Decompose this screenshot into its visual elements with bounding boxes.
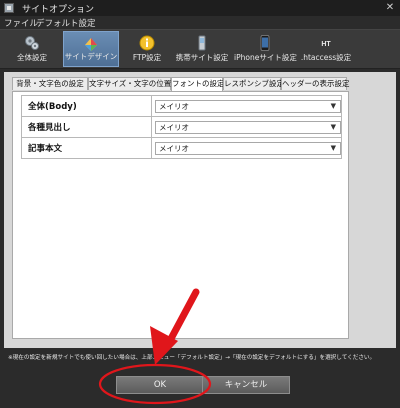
tool-mobile-site-settings[interactable]: 携帯サイト設定 xyxy=(172,31,232,67)
chevron-down-icon: ▼ xyxy=(330,143,336,152)
ht-file-icon: HT xyxy=(320,36,332,50)
svg-text:HT: HT xyxy=(321,41,331,48)
iphone-icon xyxy=(260,35,270,51)
app-icon xyxy=(4,3,14,13)
window-title: サイトオプション xyxy=(22,5,95,15)
selected-value: メイリオ xyxy=(159,122,189,132)
tool-label: 全体設定 xyxy=(17,53,47,62)
settings-panel: 背景・文字色の設定 文字サイズ・文字の位置 フォントの設定 レスポンシブ設定 ヘ… xyxy=(4,72,396,348)
tab-text-size-position[interactable]: 文字サイズ・文字の位置 xyxy=(88,77,171,90)
mobile-phone-icon xyxy=(198,35,206,51)
ok-button[interactable]: OK xyxy=(116,376,204,394)
tool-ftp-settings[interactable]: FTP設定 xyxy=(124,31,170,67)
palette-icon xyxy=(85,38,97,51)
default-settings-note: ※現在の設定を新規サイトでも使い回したい場合は、上部メニュー「デフォルト設定」→… xyxy=(8,355,376,361)
cancel-button[interactable]: キャンセル xyxy=(202,376,290,394)
font-select-body[interactable]: メイリオ ▼ xyxy=(155,99,341,113)
tool-htaccess-settings[interactable]: HT .htaccess設定 xyxy=(298,31,354,67)
info-icon xyxy=(139,35,155,51)
menu-bar: ファイル デフォルト設定 xyxy=(0,16,400,29)
tab-background-text-color[interactable]: 背景・文字色の設定 xyxy=(12,77,88,90)
menu-file[interactable]: ファイル xyxy=(4,17,38,29)
font-settings-table: 全体(Body) メイリオ ▼ 各種見出し メイリオ ▼ 記事本文 メイリオ ▼ xyxy=(21,95,342,159)
close-button[interactable]: ✕ xyxy=(384,1,396,14)
chevron-down-icon: ▼ xyxy=(330,122,336,131)
selected-value: メイリオ xyxy=(159,143,189,153)
font-label-article-body: 記事本文 xyxy=(21,137,152,159)
selected-value: メイリオ xyxy=(159,101,189,111)
tab-header-display-settings[interactable]: ヘッダーの表示設定 xyxy=(281,77,350,90)
tool-label: サイトデザイン xyxy=(64,52,118,61)
title-bar: サイトオプション ✕ xyxy=(0,0,400,16)
font-select-article-body[interactable]: メイリオ ▼ xyxy=(155,141,341,155)
toolbar: 全体設定 サイトデザイン FTP設定 携帯サイト設定 iPhoneサイト設定 H… xyxy=(0,29,400,69)
font-select-headings[interactable]: メイリオ ▼ xyxy=(155,120,341,134)
tab-font-settings[interactable]: フォントの設定 xyxy=(171,77,225,91)
tool-label: FTP設定 xyxy=(132,53,162,62)
table-row: 記事本文 メイリオ ▼ xyxy=(21,137,342,159)
tool-site-design[interactable]: サイトデザイン xyxy=(63,31,119,67)
tool-label: 携帯サイト設定 xyxy=(175,53,229,62)
tool-label: .htaccess設定 xyxy=(300,53,352,62)
table-row: 各種見出し メイリオ ▼ xyxy=(21,116,342,138)
font-label-headings: 各種見出し xyxy=(21,116,152,138)
site-options-window: サイトオプション ✕ ファイル デフォルト設定 全体設定 サイトデザイン FTP… xyxy=(0,0,400,408)
tab-responsive-settings[interactable]: レスポンシブ設定 xyxy=(223,77,284,90)
menu-default-settings[interactable]: デフォルト設定 xyxy=(36,17,96,29)
font-settings-body: 全体(Body) メイリオ ▼ 各種見出し メイリオ ▼ 記事本文 メイリオ ▼ xyxy=(12,91,349,339)
tool-general-settings[interactable]: 全体設定 xyxy=(6,31,58,67)
table-row: 全体(Body) メイリオ ▼ xyxy=(21,95,342,117)
gears-icon xyxy=(25,36,39,50)
chevron-down-icon: ▼ xyxy=(330,101,336,110)
tool-label: iPhoneサイト設定 xyxy=(234,53,297,62)
tool-iphone-site-settings[interactable]: iPhoneサイト設定 xyxy=(234,31,297,67)
font-label-body: 全体(Body) xyxy=(21,95,152,117)
